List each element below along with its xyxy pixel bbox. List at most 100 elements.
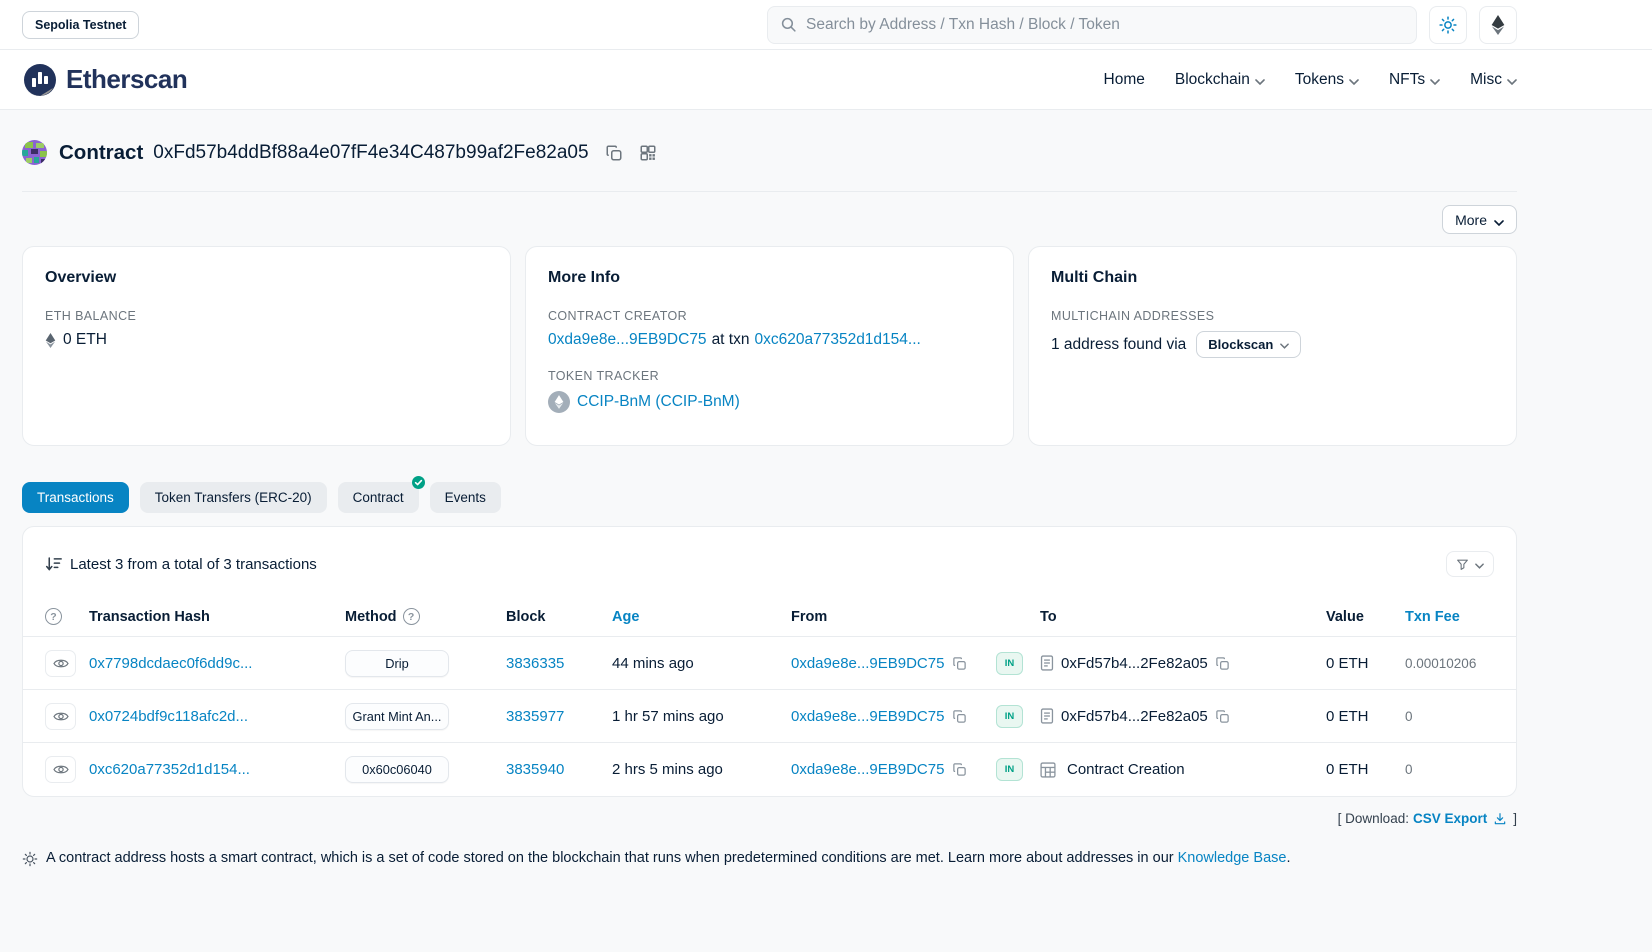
copy-icon[interactable] (952, 709, 967, 724)
tx-fee: 0.00010206 (1405, 656, 1494, 671)
eth-diamond-icon (45, 333, 56, 348)
more-info-card: More Info CONTRACT CREATOR 0xda9e8e...9E… (525, 246, 1014, 446)
tx-hash-link[interactable]: 0x7798dcdaec0f6dd9c... (89, 655, 345, 672)
info-cards: Overview ETH BALANCE 0 ETH More Info CON… (22, 246, 1517, 446)
copy-address-icon[interactable] (605, 144, 623, 162)
more-button[interactable]: More (1442, 205, 1517, 234)
search-bar[interactable] (767, 6, 1417, 44)
chevron-down-icon (1475, 557, 1484, 572)
download-suffix: ] (1513, 811, 1517, 826)
theme-toggle-button[interactable] (1429, 6, 1467, 44)
col-transaction-hash: Transaction Hash (89, 609, 345, 625)
network-switch-button[interactable] (1479, 6, 1517, 44)
note-text: A contract address hosts a smart contrac… (46, 850, 1174, 866)
blockscan-selector[interactable]: Blockscan (1196, 331, 1301, 358)
block-link[interactable]: 3836335 (506, 655, 612, 672)
from-address-link[interactable]: 0xda9e8e...9EB9DC75 (791, 761, 944, 778)
creation-txn-link[interactable]: 0xc620a77352d1d154... (754, 331, 920, 349)
multi-chain-title: Multi Chain (1051, 269, 1494, 287)
tab-contract[interactable]: Contract (338, 482, 419, 513)
csv-export-link[interactable]: CSV Export (1413, 811, 1487, 826)
col-to: To (1040, 609, 1326, 625)
tx-preview-button[interactable] (45, 703, 76, 730)
tx-fee: 0 (1405, 762, 1494, 777)
tx-hash-link[interactable]: 0xc620a77352d1d154... (89, 761, 345, 778)
nav-menu: Home Blockchain Tokens NFTs Misc (1104, 70, 1517, 90)
col-block: Block (506, 609, 612, 625)
tab-transactions[interactable]: Transactions (22, 482, 129, 513)
network-badge[interactable]: Sepolia Testnet (22, 11, 139, 39)
from-address-link[interactable]: 0xda9e8e...9EB9DC75 (791, 708, 944, 725)
to-address[interactable]: 0xFd57b4...2Fe82a05 (1061, 655, 1208, 672)
knowledge-base-link[interactable]: Knowledge Base (1178, 850, 1287, 866)
download-prefix: [ Download: (1338, 811, 1409, 826)
main-content: Contract 0xFd57b4ddBf88a4e07fF4e34C487b9… (0, 110, 1652, 867)
contract-creator-label: CONTRACT CREATOR (548, 309, 991, 323)
nav-bar: Etherscan Home Blockchain Tokens NFTs Mi… (0, 50, 1652, 110)
contract-file-icon (1040, 708, 1054, 724)
tx-value: 0 ETH (1326, 655, 1405, 672)
token-tracker-label: TOKEN TRACKER (548, 369, 991, 383)
method-badge[interactable]: 0x60c06040 (345, 756, 449, 783)
to-address[interactable]: Contract Creation (1067, 761, 1185, 778)
nav-item-misc[interactable]: Misc (1470, 70, 1517, 90)
help-circle-icon[interactable]: ? (403, 608, 420, 625)
nav-item-home[interactable]: Home (1104, 71, 1145, 89)
download-icon[interactable] (1493, 812, 1507, 826)
copy-icon[interactable] (952, 762, 967, 777)
eth-balance-value: 0 ETH (63, 331, 107, 349)
col-age-sort[interactable]: Age (612, 609, 791, 625)
token-tracker-link[interactable]: CCIP-BnM (CCIP-BnM) (577, 393, 740, 411)
block-link[interactable]: 3835977 (506, 708, 612, 725)
search-icon (780, 16, 797, 33)
tx-fee: 0 (1405, 709, 1494, 724)
to-address[interactable]: 0xFd57b4...2Fe82a05 (1061, 708, 1208, 725)
sort-descending-icon (45, 556, 62, 572)
tx-age: 44 mins ago (612, 655, 791, 672)
tab-token-transfers[interactable]: Token Transfers (ERC-20) (140, 482, 327, 513)
method-badge[interactable]: Drip (345, 650, 449, 677)
transactions-card: Latest 3 from a total of 3 transactions … (22, 526, 1517, 797)
tx-preview-button[interactable] (45, 756, 76, 783)
filter-button[interactable] (1446, 551, 1494, 577)
method-badge[interactable]: Grant Mint An... (345, 703, 449, 730)
creator-address-link[interactable]: 0xda9e8e...9EB9DC75 (548, 331, 707, 349)
copy-icon[interactable] (1215, 656, 1230, 671)
table-row: 0xc620a77352d1d154... 0x60c06040 3835940… (23, 743, 1516, 796)
search-input[interactable] (806, 16, 1404, 34)
more-row: More (22, 205, 1517, 234)
more-info-title: More Info (548, 269, 991, 287)
qr-code-icon[interactable] (639, 144, 657, 162)
tab-events[interactable]: Events (430, 482, 501, 513)
help-circle-icon[interactable]: ? (45, 608, 62, 625)
contract-file-icon (1040, 655, 1054, 671)
tx-hash-link[interactable]: 0x0724bdf9c118afc2d... (89, 708, 345, 725)
nav-item-blockchain[interactable]: Blockchain (1175, 70, 1265, 90)
tx-age: 1 hr 57 mins ago (612, 708, 791, 725)
note-suffix: . (1286, 850, 1290, 866)
direction-badge: IN (996, 652, 1023, 675)
direction-badge: IN (996, 705, 1023, 728)
direction-badge: IN (996, 758, 1023, 781)
block-link[interactable]: 3835940 (506, 761, 612, 778)
sun-icon (1439, 16, 1457, 34)
from-address-link[interactable]: 0xda9e8e...9EB9DC75 (791, 655, 944, 672)
transactions-summary: Latest 3 from a total of 3 transactions (70, 556, 317, 573)
chevron-down-icon (1494, 213, 1504, 229)
brand-name: Etherscan (66, 64, 187, 95)
nav-item-tokens[interactable]: Tokens (1295, 70, 1359, 90)
copy-icon[interactable] (1215, 709, 1230, 724)
etherscan-logo[interactable]: Etherscan (22, 62, 187, 98)
download-row: [ Download: CSV Export ] (22, 811, 1517, 826)
top-bar: Sepolia Testnet (0, 0, 1652, 50)
tx-value: 0 ETH (1326, 708, 1405, 725)
verified-check-icon (412, 476, 425, 492)
tx-preview-button[interactable] (45, 650, 76, 677)
copy-icon[interactable] (952, 656, 967, 671)
col-value: Value (1326, 609, 1405, 625)
chevron-down-icon (1255, 72, 1265, 90)
nav-item-nfts[interactable]: NFTs (1389, 70, 1440, 90)
col-txn-fee-sort[interactable]: Txn Fee (1405, 609, 1494, 625)
contract-header: Contract 0xFd57b4ddBf88a4e07fF4e34C487b9… (22, 110, 1517, 192)
multichain-found-text: 1 address found via (1051, 336, 1186, 354)
